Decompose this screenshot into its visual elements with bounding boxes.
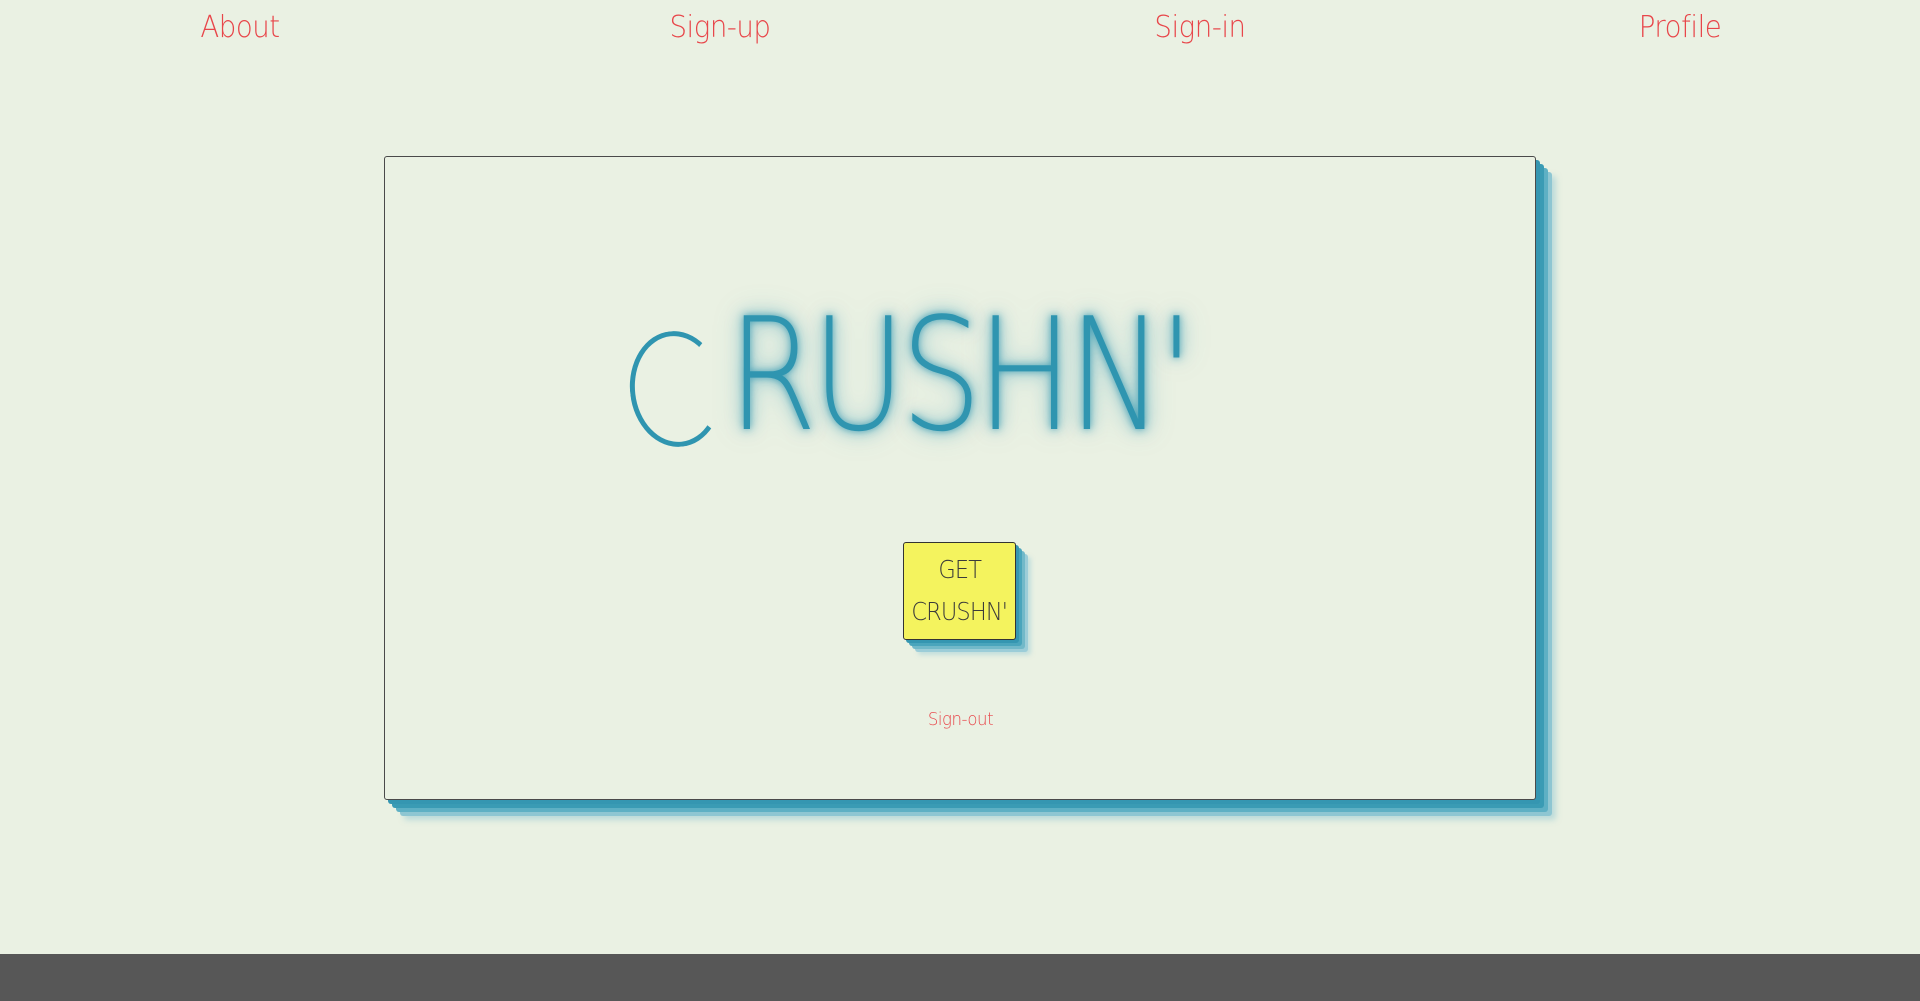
nav-about-link[interactable]: About bbox=[102, 10, 378, 45]
hero-card: C RUSHN' GET CRUSHN' Sign-out bbox=[384, 156, 1536, 800]
nav-signin-link[interactable]: Sign-in bbox=[1062, 10, 1338, 45]
logo: C RUSHN' bbox=[385, 265, 1535, 453]
logo-text: RUSHN' bbox=[727, 284, 1194, 466]
logo-c-ring bbox=[623, 326, 728, 452]
signout-link-wrapper: Sign-out bbox=[385, 709, 1535, 730]
nav-signup-link[interactable]: Sign-up bbox=[582, 10, 858, 45]
nav-profile-link[interactable]: Profile bbox=[1542, 10, 1818, 45]
logo-letter-c: C bbox=[623, 321, 728, 452]
cta-line-1: GET bbox=[938, 555, 982, 584]
footer bbox=[0, 954, 1920, 1001]
cta-line-2: CRUSHN' bbox=[911, 597, 1009, 626]
get-crushn-button[interactable]: GET CRUSHN' bbox=[903, 542, 1016, 640]
signout-link[interactable]: Sign-out bbox=[927, 709, 993, 730]
top-nav: About Sign-up Sign-in Profile bbox=[0, 0, 1920, 64]
